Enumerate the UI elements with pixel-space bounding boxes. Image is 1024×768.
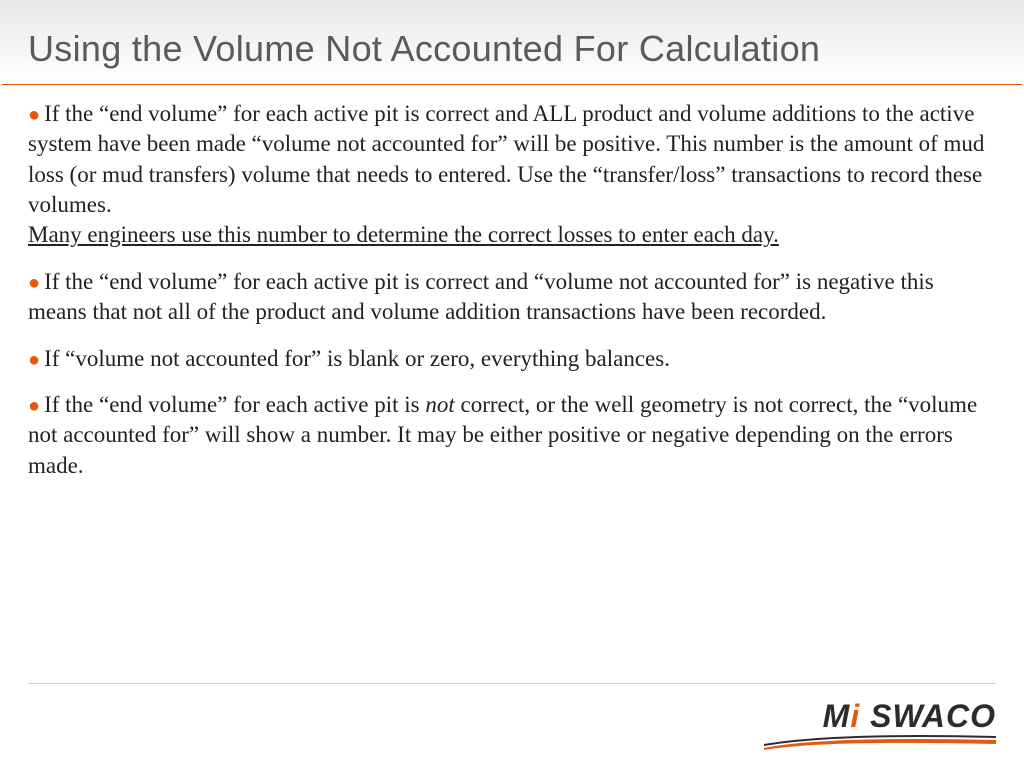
bullet-item: ●If “volume not accounted for” is blank … (28, 344, 996, 374)
bullet-text: If the “end volume” for each active pit … (28, 101, 984, 217)
bullet-item: ●If the “end volume” for each active pit… (28, 267, 996, 328)
brand-logo: Mi SWACO (764, 700, 996, 750)
brand-wordmark: Mi SWACO (823, 698, 996, 735)
logo-letter-m: M (823, 698, 851, 734)
bullet-underlined-text: Many engineers use this number to determ… (28, 220, 996, 250)
slide-body: ●If the “end volume” for each active pit… (0, 85, 1024, 481)
bullet-text: If the “end volume” for each active pit … (28, 269, 934, 324)
bullet-text-italic: not (425, 392, 454, 417)
slide-header: Using the Volume Not Accounted For Calcu… (0, 0, 1024, 84)
logo-letter-i: i (850, 698, 860, 734)
slide-title: Using the Volume Not Accounted For Calcu… (28, 28, 996, 70)
bullet-text-pre: If the “end volume” for each active pit … (44, 392, 425, 417)
bullet-item: ●If the “end volume” for each active pit… (28, 390, 996, 481)
bullet-icon: ● (28, 393, 40, 419)
bullet-icon: ● (28, 347, 40, 373)
bullet-text: If “volume not accounted for” is blank o… (44, 346, 670, 371)
bullet-item: ●If the “end volume” for each active pit… (28, 99, 996, 251)
logo-rest: SWACO (860, 698, 996, 734)
bullet-icon: ● (28, 270, 40, 296)
footer-rule (28, 683, 996, 684)
bullet-icon: ● (28, 102, 40, 128)
